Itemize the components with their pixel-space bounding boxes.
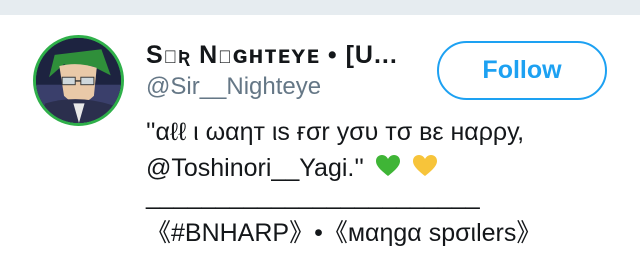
top-divider-bar [0,0,640,15]
bio-line-quote: ''αℓℓ ι ωαηт ιѕ ғσr уσυ тσ вε нαρρу, [146,118,525,146]
user-handle[interactable]: @Sir__Nighteye [146,73,321,101]
bio-divider-line: ________________________ [146,182,480,210]
follow-button[interactable]: Follow [437,41,607,100]
display-name[interactable]: Sɪʀ Nɪɢʜᴛᴇʏᴇ • [U... [146,41,422,70]
avatar[interactable] [33,35,124,126]
bio: ''αℓℓ ι ωαηт ιѕ ғσr уσυ тσ вε нαρρу, @To… [146,114,626,186]
yellow-heart-icon [412,153,438,179]
bio-tags: 《#BNHARP》•《мαηgα spσιlers》 [146,219,542,247]
avatar-image [36,38,121,123]
green-heart-icon [375,153,401,179]
